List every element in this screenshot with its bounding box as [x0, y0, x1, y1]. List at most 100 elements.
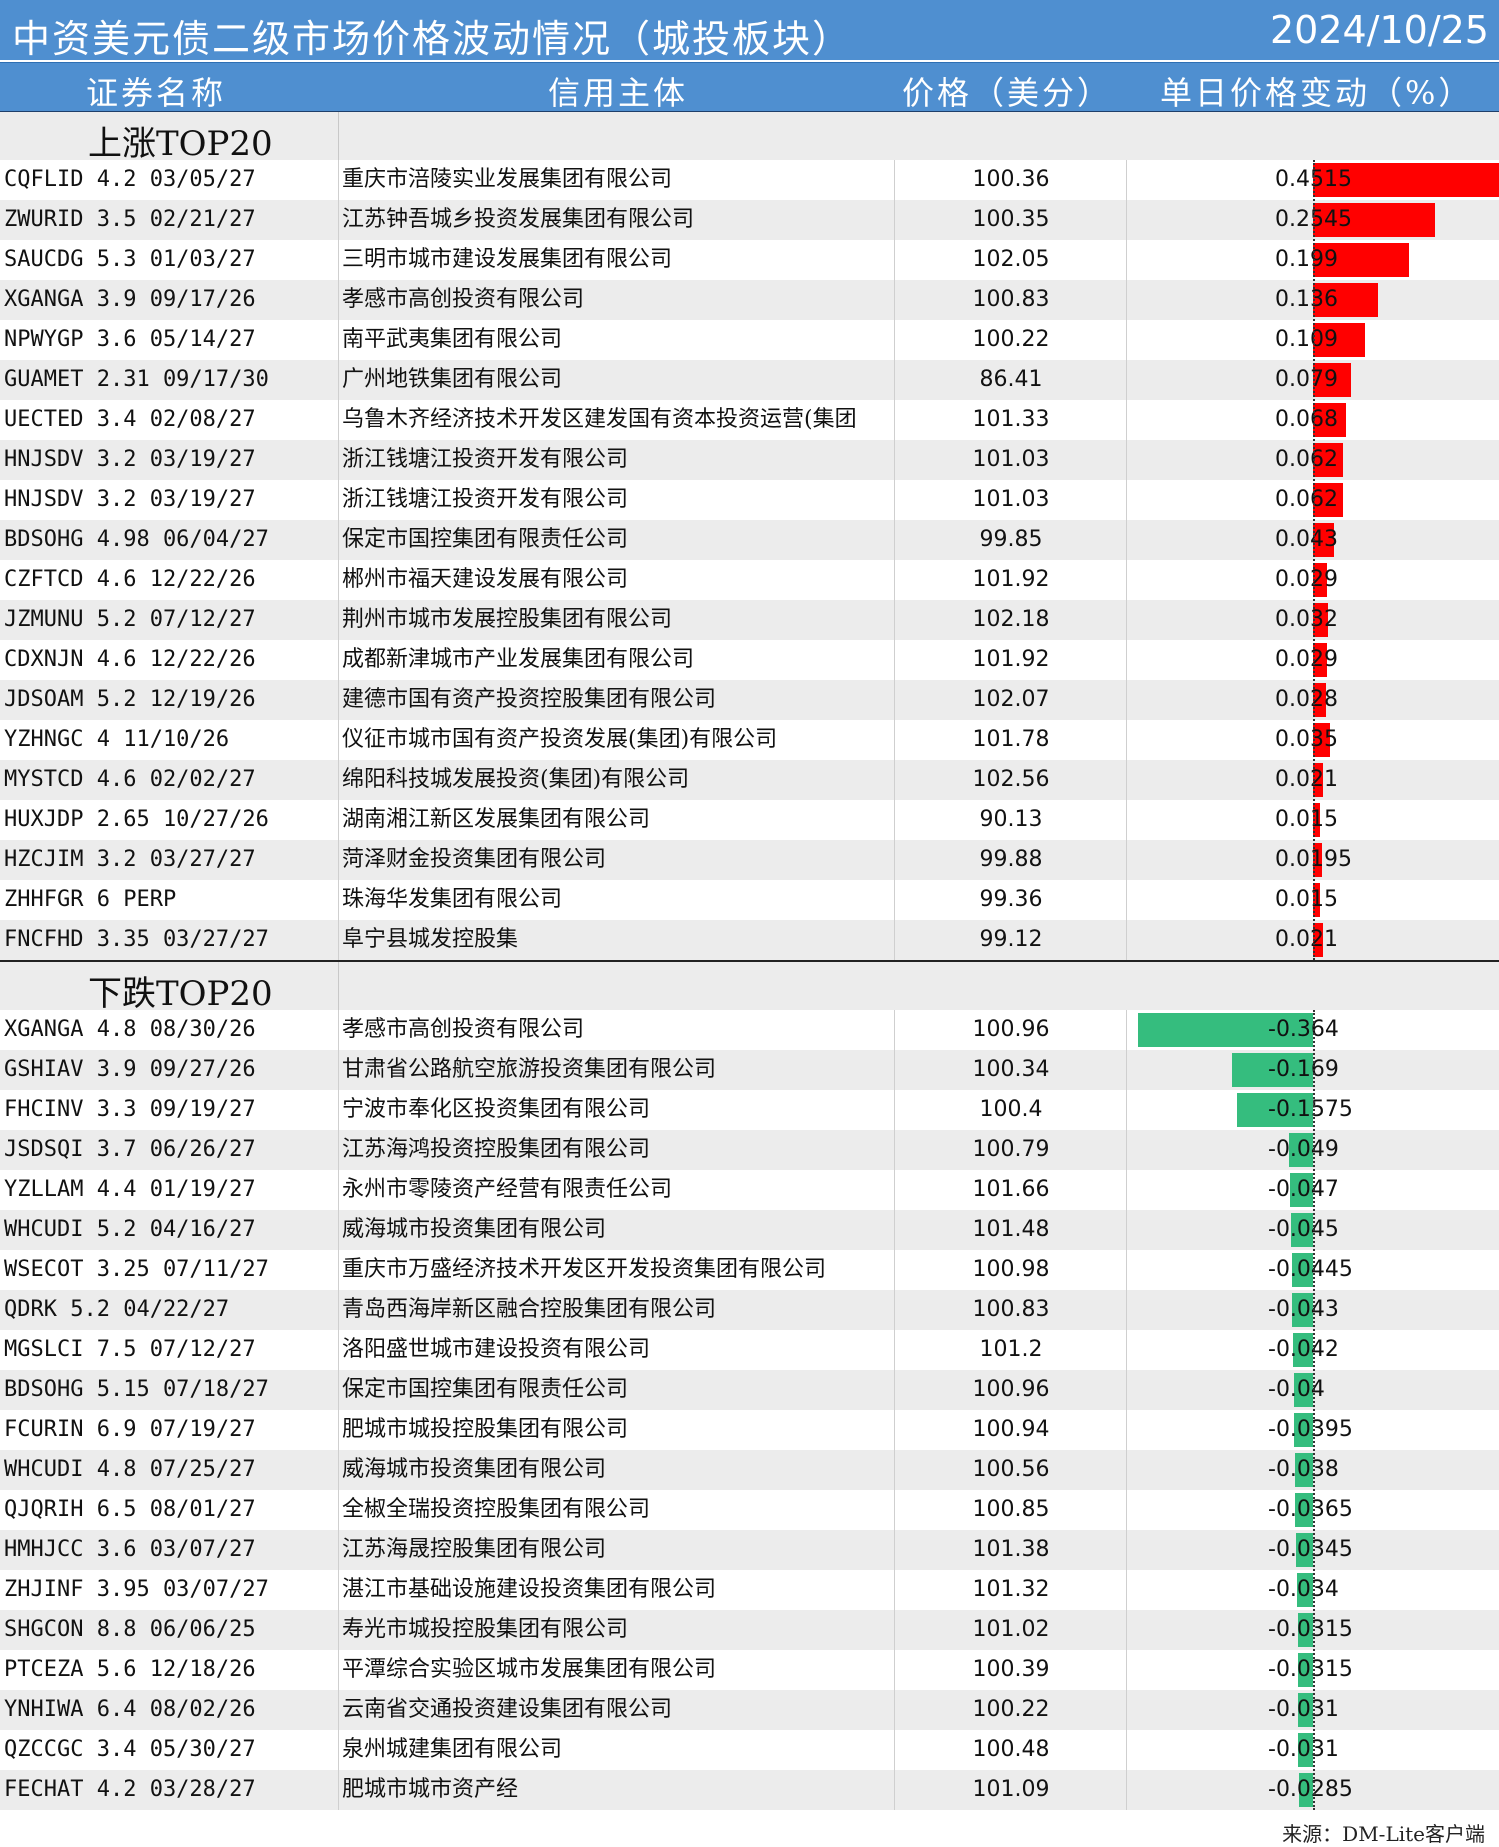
price-value: 101.03 [972, 487, 1050, 512]
change-value: -0.047 [1268, 1177, 1339, 1202]
issuer-name: 绵阳科技城发展投资(集团)有限公司 [342, 767, 690, 792]
issuer-name: 重庆市涪陵实业发展集团有限公司 [342, 167, 673, 192]
change-value: 0.043 [1275, 527, 1338, 552]
price-value: 100.22 [972, 327, 1050, 352]
issuer-name: 珠海华发集团有限公司 [342, 887, 563, 912]
table-row: XGANGA 3.9 09/17/26 孝感市高创投资有限公司 100.83 0.13… [0, 280, 1499, 320]
up-section-header-label: 上涨TOP20 [88, 124, 273, 164]
table-row: HMHJCC 3.6 03/07/27 江苏海晟控股集团有限公司 101.38 -0.… [0, 1530, 1499, 1570]
table-row: XGANGA 4.8 08/30/26 孝感市高创投资有限公司 100.96 -0.3… [0, 1010, 1499, 1050]
issuer-name: 江苏海鸿投资控股集团有限公司 [342, 1137, 651, 1162]
security-name: JSDSQI 3.7 06/26/27 [4, 1137, 256, 1162]
change-value: 0.028 [1275, 687, 1338, 712]
change-value: -0.043 [1268, 1297, 1339, 1322]
issuer-name: 青岛西海岸新区融合控股集团有限公司 [342, 1297, 717, 1322]
price-value: 102.56 [972, 767, 1050, 792]
price-value: 101.66 [972, 1177, 1050, 1202]
table-row: HUXJDP 2.65 10/27/26 湖南湘江新区发展集团有限公司 90.13 0… [0, 800, 1499, 840]
change-value: -0.364 [1268, 1017, 1339, 1042]
table-row: PTCEZA 5.6 12/18/26 平潭综合实验区城市发展集团有限公司 100.… [0, 1650, 1499, 1690]
issuer-name: 江苏海晟控股集团有限公司 [342, 1537, 607, 1562]
security-name: HNJSDV 3.2 03/19/27 [4, 447, 256, 472]
price-value: 100.79 [972, 1137, 1050, 1162]
price-value: 102.05 [972, 247, 1050, 272]
issuer-name: 肥城市城市资产经 [342, 1777, 519, 1802]
security-name: HNJSDV 3.2 03/19/27 [4, 487, 256, 512]
issuer-name: 浙江钱塘江投资开发有限公司 [342, 487, 629, 512]
security-name: GSHIAV 3.9 09/27/26 [4, 1057, 256, 1082]
price-value: 101.32 [972, 1577, 1050, 1602]
table-row: HNJSDV 3.2 03/19/27 浙江钱塘江投资开发有限公司 101.03 0.… [0, 440, 1499, 480]
table-row: UECTED 3.4 02/08/27 乌鲁木齐经济技术开发区建发国有资本投资运营… [0, 400, 1499, 440]
issuer-name: 菏泽财金投资集团有限公司 [342, 847, 607, 872]
table-row: YZLLAM 4.4 01/19/27 永州市零陵资产经营有限责任公司 101.66… [0, 1170, 1499, 1210]
table-row: CDXNJN 4.6 12/22/26 成都新津城市产业发展集团有限公司 101.9… [0, 640, 1499, 680]
security-name: JZMUNU 5.2 07/12/27 [4, 607, 256, 632]
security-name: HMHJCC 3.6 03/07/27 [4, 1537, 256, 1562]
change-value: 0.199 [1275, 247, 1338, 272]
security-name: QZCCGC 3.4 05/30/27 [4, 1737, 256, 1762]
table-row: ZHHFGR 6 PERP 珠海华发集团有限公司 99.36 0.015 [0, 880, 1499, 920]
change-value: -0.0315 [1268, 1657, 1353, 1682]
table-row: CQFLID 4.2 03/05/27 重庆市涪陵实业发展集团有限公司 100.36… [0, 160, 1499, 200]
issuer-name: 孝感市高创投资有限公司 [342, 1017, 585, 1042]
table-row: FHCINV 3.3 09/19/27 宁波市奉化区投资集团有限公司 100.4 -0… [0, 1090, 1499, 1130]
table-row: GUAMET 2.31 09/17/30 广州地铁集团有限公司 86.41 0.079 [0, 360, 1499, 400]
footer: 来源：DM-Lite客户端 [0, 1818, 1499, 1846]
security-name: CQFLID 4.2 03/05/27 [4, 167, 256, 192]
price-value: 90.13 [979, 807, 1043, 832]
security-name: FNCFHD 3.35 03/27/27 [4, 927, 269, 952]
table-row: YNHIWA 6.4 08/02/26 云南省交通投资建设集团有限公司 100.22… [0, 1690, 1499, 1730]
security-name: MGSLCI 7.5 07/12/27 [4, 1337, 256, 1362]
table-row: JSDSQI 3.7 06/26/27 江苏海鸿投资控股集团有限公司 100.79 -… [0, 1130, 1499, 1170]
change-value: 0.032 [1275, 607, 1338, 632]
header-security-name: 证券名称 [86, 74, 227, 112]
table-row: SHGCON 8.8 06/06/25 寿光市城投控股集团有限公司 101.02 -0… [0, 1610, 1499, 1650]
change-value: 0.068 [1275, 407, 1338, 432]
change-value: 0.015 [1275, 887, 1338, 912]
issuer-name: 全椒全瑞投资控股集团有限公司 [342, 1497, 651, 1522]
security-name: ZWURID 3.5 02/21/27 [4, 207, 256, 232]
table-row: FCURIN 6.9 07/19/27 肥城市城投控股集团有限公司 100.94 -0… [0, 1410, 1499, 1450]
issuer-name: 阜宁县城发控股集 [342, 927, 519, 952]
table-row: YZHNGC 4 11/10/26 仪征市城市国有资产投资发展(集团)有限公司 10… [0, 720, 1499, 760]
security-name: UECTED 3.4 02/08/27 [4, 407, 256, 432]
issuer-name: 永州市零陵资产经营有限责任公司 [342, 1177, 673, 1202]
change-value: -0.031 [1268, 1697, 1339, 1722]
price-value: 101.92 [972, 567, 1050, 592]
price-value: 100.94 [972, 1417, 1050, 1442]
issuer-name: 乌鲁木齐经济技术开发区建发国有资本投资运营(集团 [342, 407, 857, 432]
price-value: 100.36 [972, 167, 1050, 192]
price-value: 100.4 [979, 1097, 1043, 1122]
price-value: 100.96 [972, 1377, 1050, 1402]
issuer-name: 成都新津城市产业发展集团有限公司 [342, 647, 695, 672]
table-row: BDSOHG 4.98 06/04/27 保定市国控集团有限责任公司 99.85 0.… [0, 520, 1499, 560]
change-value: -0.0285 [1268, 1777, 1353, 1802]
change-value: -0.038 [1268, 1457, 1339, 1482]
table-row: JDSOAM 5.2 12/19/26 建德市国有资产投资控股集团有限公司 102.… [0, 680, 1499, 720]
price-value: 101.38 [972, 1537, 1050, 1562]
issuer-name: 湖南湘江新区发展集团有限公司 [342, 807, 651, 832]
change-value: 0.035 [1275, 727, 1338, 752]
price-value: 86.41 [979, 367, 1043, 392]
table-row: HZCJIM 3.2 03/27/27 菏泽财金投资集团有限公司 99.88 0.01… [0, 840, 1499, 880]
change-value: 0.109 [1275, 327, 1338, 352]
price-value: 101.03 [972, 447, 1050, 472]
issuer-name: 仪征市城市国有资产投资发展(集团)有限公司 [342, 727, 778, 752]
change-value: -0.045 [1268, 1217, 1339, 1242]
price-value: 100.39 [972, 1657, 1050, 1682]
issuer-name: 保定市国控集团有限责任公司 [342, 1377, 629, 1402]
issuer-name: 保定市国控集团有限责任公司 [342, 527, 629, 552]
header-issuer: 信用主体 [548, 74, 689, 112]
issuer-name: 湛江市基础设施建设投资集团有限公司 [342, 1577, 717, 1602]
header-daily-change: 单日价格变动（%） [1160, 74, 1474, 112]
issuer-name: 三明市城市建设发展集团有限公司 [342, 247, 673, 272]
down-section-header-label: 下跌TOP20 [88, 974, 273, 1014]
security-name: FECHAT 4.2 03/28/27 [4, 1777, 256, 1802]
price-value: 100.22 [972, 1697, 1050, 1722]
price-value: 101.09 [972, 1777, 1050, 1802]
price-value: 101.48 [972, 1217, 1050, 1242]
issuer-name: 江苏钟吾城乡投资发展集团有限公司 [342, 207, 695, 232]
security-name: BDSOHG 5.15 07/18/27 [4, 1377, 269, 1402]
change-value: -0.0365 [1268, 1497, 1353, 1522]
